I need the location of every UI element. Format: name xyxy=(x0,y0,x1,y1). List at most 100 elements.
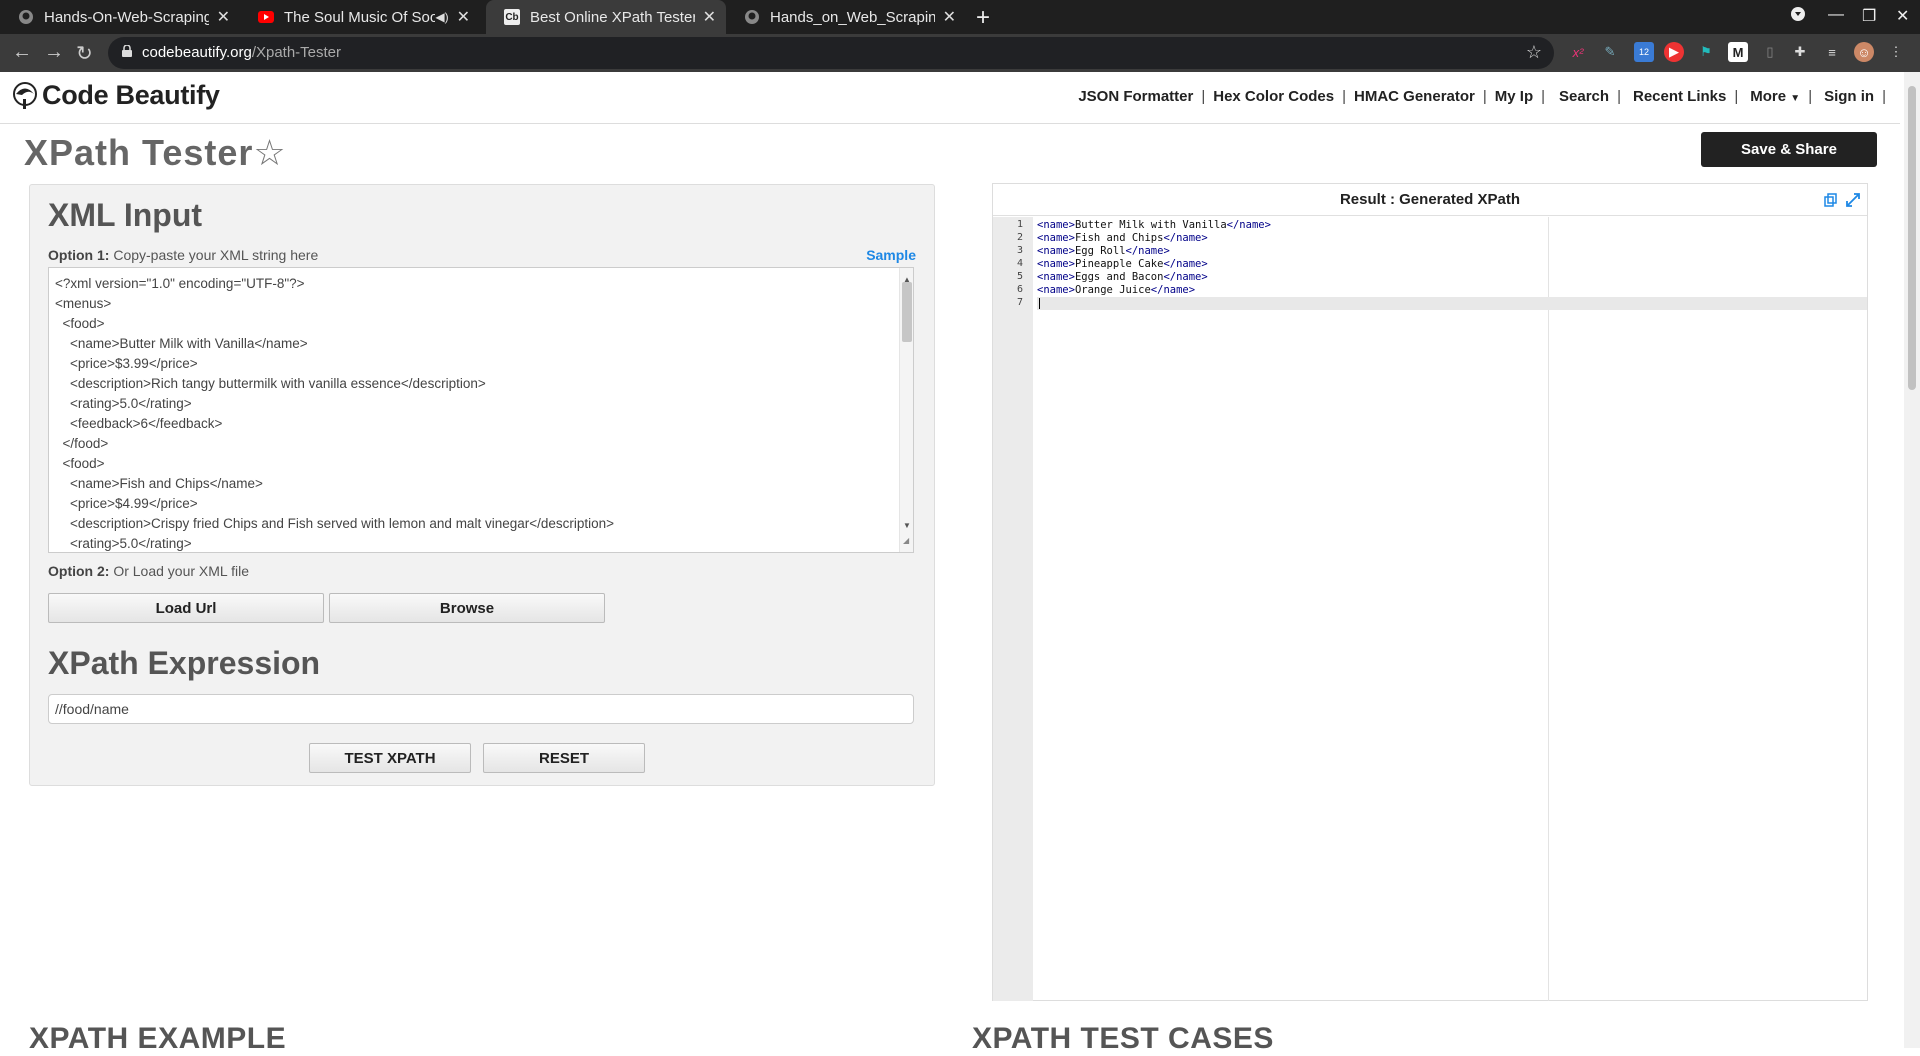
option2-prefix: Option 2: xyxy=(48,563,110,579)
result-line: <name>Orange Juice</name> xyxy=(1037,284,1195,296)
close-tag: </name> xyxy=(1150,284,1196,296)
nav-more[interactable]: More ▼ xyxy=(1750,88,1800,105)
resize-grip-icon[interactable]: ◢ xyxy=(903,531,909,551)
nav-recent-links[interactable]: Recent Links xyxy=(1633,88,1726,105)
nav-search[interactable]: Search xyxy=(1559,88,1609,105)
nav-json-formatter[interactable]: JSON Formatter xyxy=(1078,88,1193,105)
reading-list-icon[interactable]: ≡ xyxy=(1822,42,1842,62)
result-value: Butter Milk with Vanilla xyxy=(1074,219,1227,231)
sample-link[interactable]: Sample xyxy=(866,247,916,263)
nav-separator: | xyxy=(1808,88,1813,105)
fullscreen-icon[interactable] xyxy=(1845,192,1861,208)
copy-icon[interactable] xyxy=(1823,192,1839,208)
nav-more-label: More xyxy=(1750,88,1787,105)
lock-icon xyxy=(122,45,132,57)
nav-separator: | xyxy=(1342,88,1347,105)
close-tag: </name> xyxy=(1163,271,1208,283)
save-share-button[interactable]: Save & Share xyxy=(1701,132,1877,167)
xpath-expression-input[interactable]: //food/name xyxy=(48,694,914,724)
test-xpath-button[interactable]: TEST XPATH xyxy=(309,743,471,773)
back-button[interactable]: ← xyxy=(12,41,32,64)
page-title: XPath Tester☆ xyxy=(24,132,287,174)
line-number: 5 xyxy=(1016,271,1023,282)
result-value: Egg Roll xyxy=(1074,245,1126,257)
close-icon[interactable]: ✕ xyxy=(457,7,470,27)
site-logo[interactable]: Code Beautify xyxy=(10,80,220,111)
result-line: <name>Eggs and Bacon</name> xyxy=(1037,271,1208,283)
reload-button[interactable]: ↻ xyxy=(76,41,93,66)
xpath-test-cases-heading: XPATH TEST CASES xyxy=(972,1022,1274,1055)
line-number: 1 xyxy=(1016,219,1023,230)
page-scrollbar[interactable] xyxy=(1904,72,1920,1048)
extensions-puzzle-icon[interactable]: ✚ xyxy=(1790,42,1810,62)
forward-button[interactable]: → xyxy=(44,41,64,64)
close-window-button[interactable]: ✕ xyxy=(1896,6,1909,26)
close-icon[interactable]: ✕ xyxy=(703,7,716,27)
profile-avatar[interactable]: ☺ xyxy=(1854,42,1874,62)
nav-hex-color-codes[interactable]: Hex Color Codes xyxy=(1213,88,1334,105)
speaker-icon[interactable]: ◀) xyxy=(435,10,448,24)
open-tag: <name> xyxy=(1037,245,1075,257)
minimize-button[interactable]: — xyxy=(1828,6,1844,24)
url-path: /Xpath-Tester xyxy=(251,44,342,61)
tab-github-1[interactable]: Hands-On-Web-Scraping- ✕ xyxy=(0,0,240,34)
option1-text: Copy-paste your XML string here xyxy=(113,247,319,263)
address-bar[interactable]: codebeautify.org/Xpath-Tester ☆ xyxy=(108,37,1554,69)
option1-label: Option 1: Copy-paste your XML string her… xyxy=(48,247,318,263)
maximize-button[interactable]: ❐ xyxy=(1862,6,1876,26)
favorite-star-icon[interactable]: ☆ xyxy=(253,132,286,173)
nav-sign-in[interactable]: Sign in xyxy=(1824,88,1874,105)
bookmark-star-icon[interactable]: ☆ xyxy=(1526,42,1542,63)
result-value: Pineapple Cake xyxy=(1074,258,1164,270)
tab-xpath-tester[interactable]: Cb Best Online XPath Tester ✕ xyxy=(486,0,726,34)
close-tag: </name> xyxy=(1226,219,1271,231)
bookmark-extension-icon[interactable]: ▯ xyxy=(1760,42,1780,62)
xml-line: <feedback>6</feedback> xyxy=(55,416,223,431)
record-extension-icon[interactable]: ▶ xyxy=(1664,42,1684,62)
m-extension-icon[interactable]: M xyxy=(1728,42,1748,62)
caret-down-icon: ▼ xyxy=(1790,93,1801,104)
logo-text: Code Beautify xyxy=(42,80,220,110)
badge-extension-icon[interactable]: 12 xyxy=(1634,42,1654,62)
load-url-button[interactable]: Load Url xyxy=(48,593,324,623)
xml-line: <description>Crispy fried Chips and Fish… xyxy=(55,516,615,531)
nav-hmac-generator[interactable]: HMAC Generator xyxy=(1354,88,1475,105)
page-scrollbar-thumb[interactable] xyxy=(1908,86,1916,390)
result-editor[interactable]: <name>Butter Milk with Vanilla</name> <n… xyxy=(1037,217,1867,1001)
result-line: <name>Fish and Chips</name> xyxy=(1037,232,1208,244)
close-icon[interactable]: ✕ xyxy=(943,7,956,27)
menu-kebab-icon[interactable]: ⋮ xyxy=(1886,42,1906,62)
line-number: 4 xyxy=(1016,258,1023,269)
line-number: 2 xyxy=(1016,232,1023,243)
reset-button[interactable]: RESET xyxy=(483,743,645,773)
xml-line: <description>Rich tangy buttermilk with … xyxy=(55,376,486,391)
nav-separator: | xyxy=(1617,88,1621,105)
result-line: <name>Butter Milk with Vanilla</name> xyxy=(1037,219,1271,231)
xml-line: <price>$3.99</price> xyxy=(55,356,198,371)
option2-text: Or Load your XML file xyxy=(113,563,249,579)
active-line-highlight xyxy=(1037,297,1867,310)
new-tab-button[interactable]: + xyxy=(976,4,990,32)
nav-my-ip[interactable]: My Ip xyxy=(1495,88,1533,105)
close-tag: </name> xyxy=(1125,245,1170,257)
scrollbar-thumb[interactable] xyxy=(902,282,912,342)
pen-extension-icon[interactable]: ✎ xyxy=(1600,42,1620,62)
line-number: 6 xyxy=(1016,284,1023,295)
browse-button[interactable]: Browse xyxy=(329,593,605,623)
close-icon[interactable]: ✕ xyxy=(217,7,230,27)
xpath-example-heading: XPATH EXAMPLE xyxy=(29,1022,287,1055)
textarea-scrollbar[interactable]: ▲ ▼ ◢ xyxy=(899,268,913,552)
tab-github-2[interactable]: Hands_on_Web_Scraping ✕ xyxy=(726,0,966,34)
close-tag: </name> xyxy=(1163,232,1208,244)
xpath-expression-heading: XPath Expression xyxy=(48,645,321,681)
flag-extension-icon[interactable]: ⚑ xyxy=(1696,42,1716,62)
xml-textarea[interactable]: <?xml version="1.0" encoding="UTF-8"?> <… xyxy=(48,267,914,553)
open-tag: <name> xyxy=(1037,258,1075,270)
xpath-extension-icon[interactable]: x² xyxy=(1568,42,1588,62)
tab-youtube[interactable]: The Soul Music Of Soo ◀) ✕ xyxy=(240,0,480,34)
open-tag: <name> xyxy=(1037,219,1075,231)
xml-line: <?xml version="1.0" encoding="UTF-8"?> xyxy=(55,276,305,291)
xml-line: <price>$4.99</price> xyxy=(55,496,198,511)
result-value: Fish and Chips xyxy=(1074,232,1164,244)
tab-search-icon[interactable] xyxy=(1790,6,1806,27)
